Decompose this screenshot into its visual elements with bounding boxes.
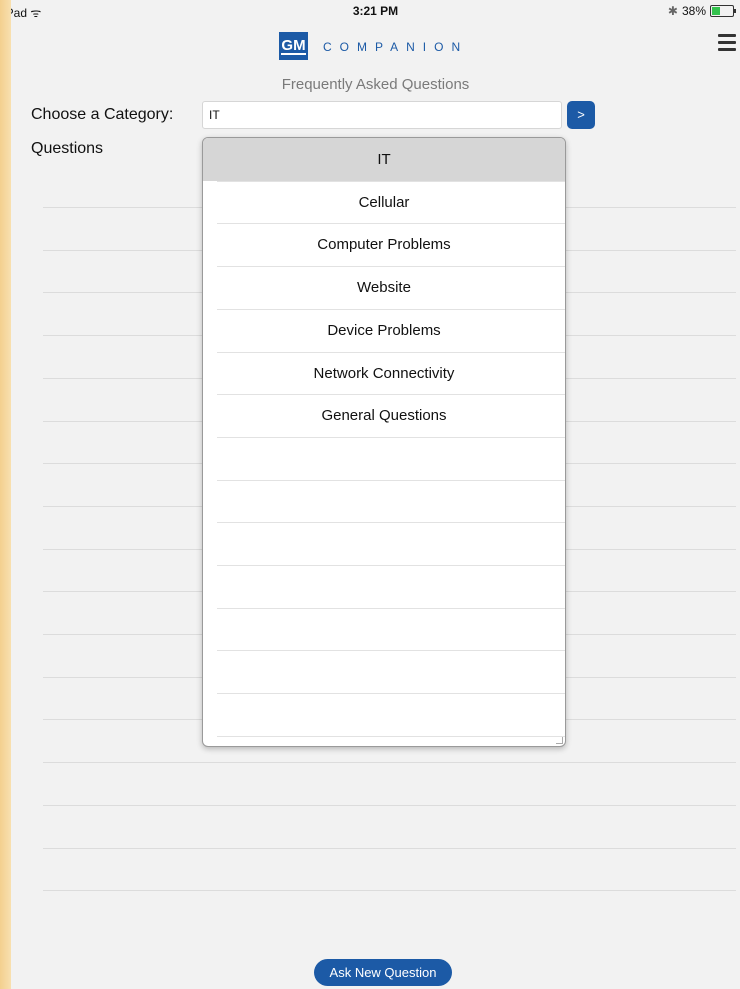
- brand-name: COMPANION: [323, 40, 469, 54]
- category-select[interactable]: IT: [202, 101, 562, 129]
- category-label: Choose a Category:: [31, 106, 174, 123]
- dropdown-divider: [217, 308, 565, 310]
- dropdown-empty-row: [203, 608, 565, 651]
- device-frame: [0, 0, 11, 989]
- questions-label: Questions: [31, 140, 104, 157]
- question-row-divider: [43, 890, 736, 892]
- dropdown-option[interactable]: Website: [203, 266, 565, 309]
- dropdown-option[interactable]: Device Problems: [203, 309, 565, 352]
- status-right: ✱ 38%: [667, 4, 736, 18]
- battery-percent: 38%: [681, 4, 706, 18]
- app-header: GM COMPANION: [11, 28, 740, 64]
- dropdown-empty-row: [203, 565, 565, 608]
- dropdown-option[interactable]: IT: [203, 138, 565, 181]
- dropdown-empty-row: [203, 693, 565, 736]
- dropdown-divider: [217, 180, 565, 182]
- dropdown-empty-row: [203, 480, 565, 523]
- dropdown-divider: [217, 266, 565, 268]
- dropdown-divider: [217, 394, 565, 396]
- dropdown-option[interactable]: Cellular: [203, 181, 565, 224]
- status-time: 3:21 PM: [352, 4, 399, 18]
- dropdown-option[interactable]: Network Connectivity: [203, 352, 565, 395]
- dropdown-divider: [217, 351, 565, 353]
- battery-icon: [710, 5, 736, 17]
- dropdown-option[interactable]: General Questions: [203, 394, 565, 437]
- dropdown-option[interactable]: Computer Problems: [203, 223, 565, 266]
- question-row-divider: [43, 804, 736, 806]
- screen: iPad ᯤ 3:21 PM ✱ 38% GM COMPANION Freque…: [11, 0, 740, 989]
- gm-logo: GM: [279, 32, 308, 60]
- resize-handle-icon[interactable]: [556, 737, 563, 744]
- question-row-divider: [43, 762, 736, 764]
- go-button[interactable]: >: [567, 101, 595, 129]
- question-row-divider: [43, 847, 736, 849]
- status-bar: iPad ᯤ 3:21 PM ✱ 38%: [11, 0, 740, 22]
- dropdown-empty-row: [203, 650, 565, 693]
- dropdown-empty-row: [203, 522, 565, 565]
- dropdown-divider: [217, 223, 565, 225]
- ask-new-question-button[interactable]: Ask New Question: [314, 959, 452, 986]
- hamburger-menu-icon[interactable]: [718, 34, 736, 52]
- logo-text: GM: [281, 37, 306, 55]
- dropdown-empty-row: [203, 437, 565, 480]
- battery-fill: [712, 7, 720, 15]
- category-dropdown[interactable]: IT Cellular Computer Problems Website Device…: [202, 137, 566, 747]
- bluetooth-icon: ✱: [667, 4, 678, 18]
- page-title: Frequently Asked Questions: [281, 76, 470, 93]
